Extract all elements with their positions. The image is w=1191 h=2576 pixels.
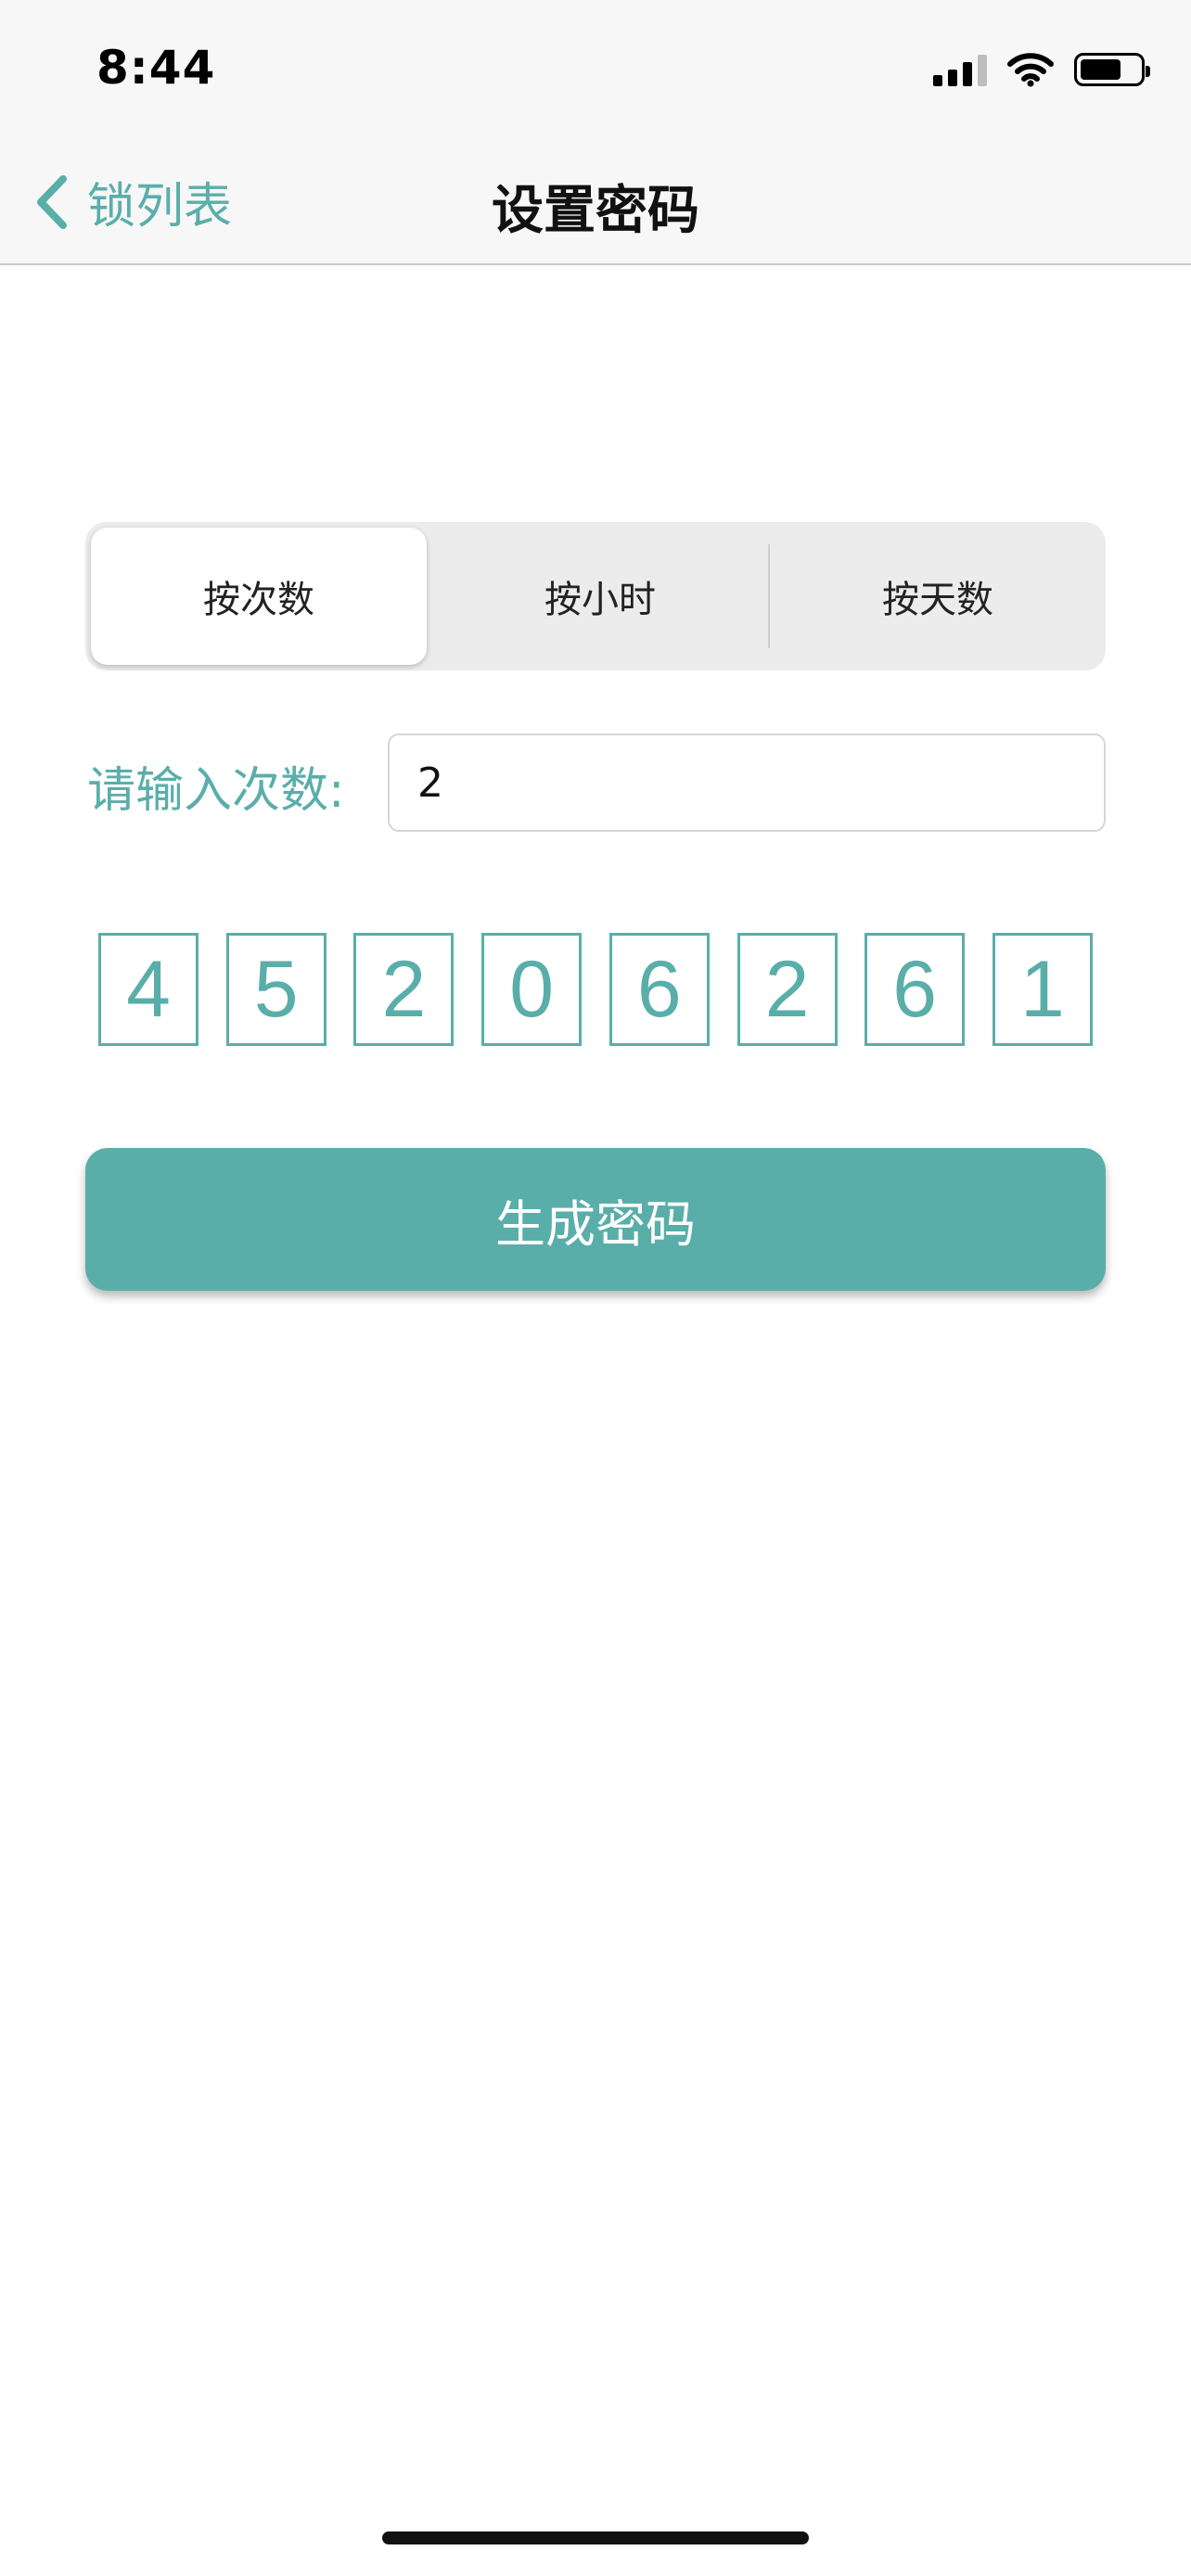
- segment-by-hour[interactable]: 按小时: [432, 522, 768, 670]
- count-field-label: 请输入次数:: [87, 763, 345, 819]
- set-password-screen: 8:44 锁列表 设置密码 按次数 按小时 按天数 请输入次数: 2 4 5 2…: [0, 0, 1191, 2576]
- code-digit: 0: [481, 933, 583, 1046]
- battery-icon: [1074, 53, 1150, 86]
- code-digit: 4: [98, 933, 198, 1046]
- top-bar: 8:44 锁列表 设置密码: [0, 0, 1191, 265]
- segment-by-count[interactable]: 按次数: [91, 528, 427, 665]
- code-digit: 6: [608, 933, 710, 1046]
- status-icons: [933, 52, 1150, 87]
- status-time: 8:44: [96, 41, 216, 95]
- code-digit: 6: [864, 933, 966, 1046]
- code-digit: 2: [353, 933, 455, 1046]
- code-digit: 2: [736, 933, 838, 1046]
- home-indicator[interactable]: [382, 2531, 809, 2544]
- cellular-signal-icon: [933, 53, 987, 86]
- code-digit: 5: [225, 933, 327, 1046]
- code-digit: 1: [992, 933, 1093, 1046]
- count-input[interactable]: [388, 733, 1106, 832]
- generate-password-button[interactable]: 生成密码: [85, 1148, 1106, 1291]
- page-title: 设置密码: [492, 181, 699, 241]
- mode-segmented-control: 按次数 按小时 按天数: [85, 522, 1106, 670]
- wifi-icon: [1007, 53, 1054, 87]
- segment-by-day[interactable]: 按天数: [770, 522, 1106, 670]
- password-code: 4 5 2 0 6 2 6 1: [98, 933, 1093, 1046]
